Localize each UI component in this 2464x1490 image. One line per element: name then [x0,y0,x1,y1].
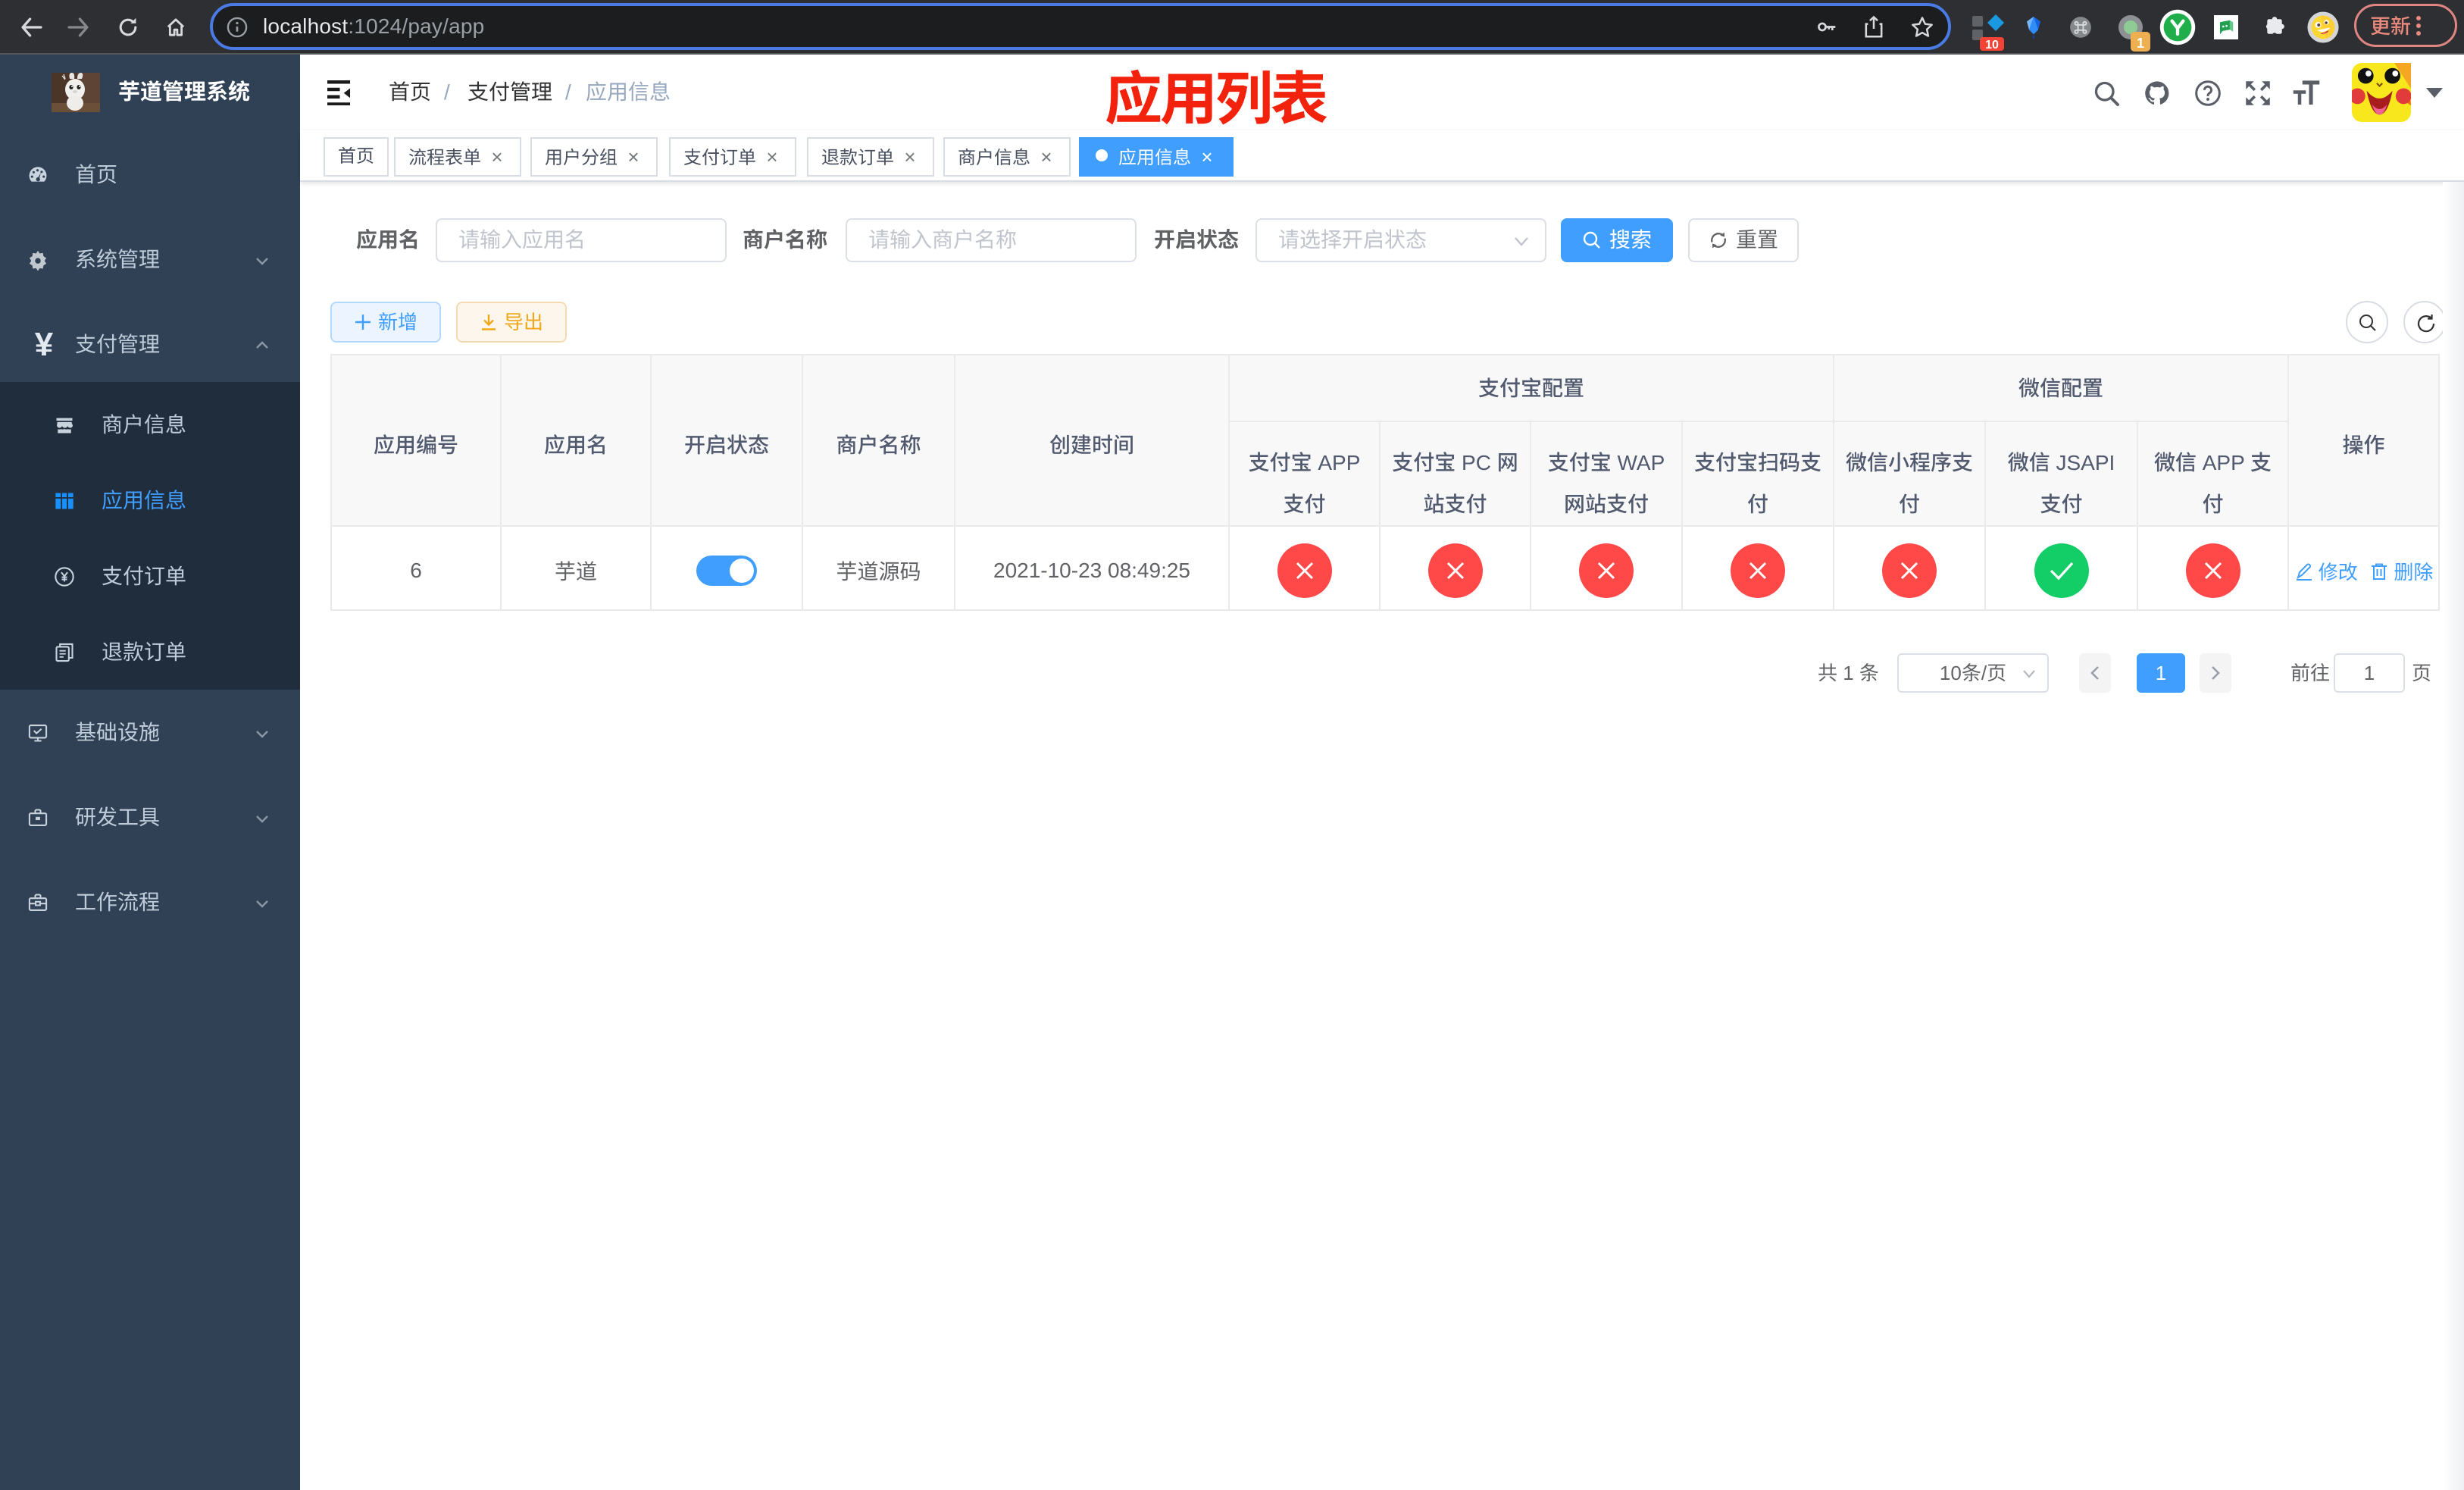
svg-text:1: 1 [2137,36,2144,51]
svg-text:10: 10 [1985,39,1999,51]
